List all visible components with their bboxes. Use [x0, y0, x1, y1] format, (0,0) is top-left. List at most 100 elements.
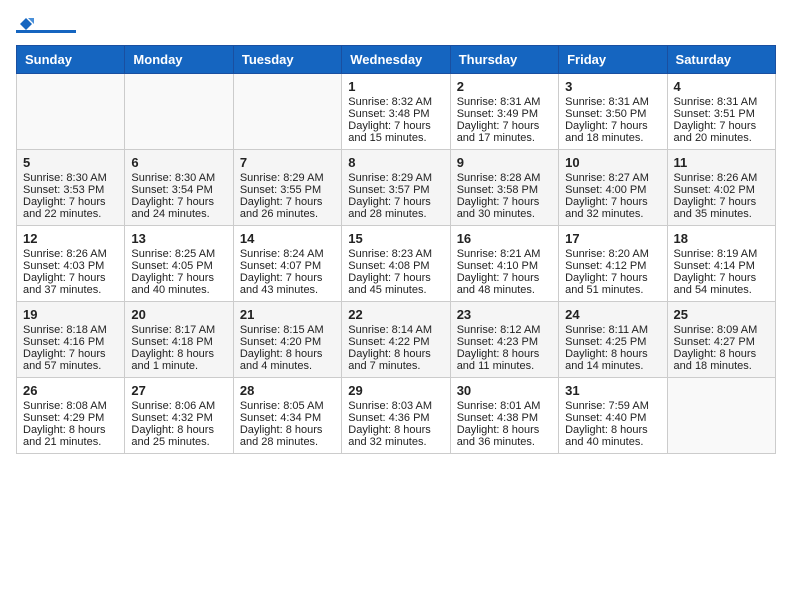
calendar-cell: 9 Sunrise: 8:28 AMSunset: 3:58 PMDaylight… — [450, 150, 558, 226]
day-info: Sunset: 4:40 PM — [565, 412, 660, 424]
day-number: 6 — [131, 155, 226, 170]
logo-underline — [16, 30, 76, 33]
day-info: Daylight: 7 hours and 20 minutes. — [674, 120, 769, 144]
day-info: Sunset: 4:10 PM — [457, 260, 552, 272]
day-number: 5 — [23, 155, 118, 170]
day-number: 29 — [348, 383, 443, 398]
calendar-cell: 2Sunrise: 8:31 AMSunset: 3:49 PMDaylight… — [450, 74, 558, 150]
day-info: Sunrise: 8:19 AM — [674, 248, 769, 260]
calendar-cell: 24Sunrise: 8:11 AMSunset: 4:25 PMDayligh… — [559, 302, 667, 378]
calendar-cell: 19Sunrise: 8:18 AMSunset: 4:16 PMDayligh… — [17, 302, 125, 378]
calendar-cell: 20Sunrise: 8:17 AMSunset: 4:18 PMDayligh… — [125, 302, 233, 378]
calendar-cell: 5Sunrise: 8:30 AMSunset: 3:53 PMDaylight… — [17, 150, 125, 226]
day-info: Sunset: 4:16 PM — [23, 336, 118, 348]
day-info: Daylight: 7 hours and 22 minutes. — [23, 196, 118, 220]
day-info: Sunset: 4:22 PM — [348, 336, 443, 348]
day-info: Daylight: 7 hours and 30 minutes. — [457, 196, 552, 220]
calendar-cell: 21Sunrise: 8:15 AMSunset: 4:20 PMDayligh… — [233, 302, 341, 378]
calendar-header-row: SundayMondayTuesdayWednesdayThursdayFrid… — [17, 46, 776, 74]
day-info: Daylight: 7 hours and 51 minutes. — [565, 272, 660, 296]
calendar-cell: 4Sunrise: 8:31 AMSunset: 3:51 PMDaylight… — [667, 74, 775, 150]
day-number: 11 — [674, 155, 769, 170]
day-number: 14 — [240, 231, 335, 246]
day-info: Sunrise: 8:31 AM — [674, 96, 769, 108]
day-info: Sunrise: 8:28 AM — [457, 172, 552, 184]
day-info: Sunset: 4:38 PM — [457, 412, 552, 424]
calendar-cell: 25Sunrise: 8:09 AMSunset: 4:27 PMDayligh… — [667, 302, 775, 378]
day-number: 22 — [348, 307, 443, 322]
day-info: Sunset: 4:23 PM — [457, 336, 552, 348]
calendar-cell: 29 Sunrise: 8:03 AMSunset: 4:36 PMDayligh… — [342, 378, 450, 454]
calendar-cell: 16Sunrise: 8:21 AMSunset: 4:10 PMDayligh… — [450, 226, 558, 302]
day-info: Sunrise: 8:09 AM — [674, 324, 769, 336]
day-info: Daylight: 8 hours and 32 minutes. — [348, 424, 443, 448]
calendar-cell: 14Sunrise: 8:24 AMSunset: 4:07 PMDayligh… — [233, 226, 341, 302]
day-info: Sunset: 3:58 PM — [457, 184, 552, 196]
day-info: Daylight: 8 hours and 21 minutes. — [23, 424, 118, 448]
day-info: Sunset: 3:49 PM — [457, 108, 552, 120]
day-info: Sunrise: 8:17 AM — [131, 324, 226, 336]
day-info: Sunrise: 8:31 AM — [457, 96, 552, 108]
day-info: Daylight: 7 hours and 48 minutes. — [457, 272, 552, 296]
day-info: Sunrise: 8:21 AM — [457, 248, 552, 260]
calendar-cell: 31Sunrise: 7:59 AMSunset: 4:40 PMDayligh… — [559, 378, 667, 454]
calendar-cell: 13Sunrise: 8:25 AMSunset: 4:05 PMDayligh… — [125, 226, 233, 302]
day-info: Sunset: 4:32 PM — [131, 412, 226, 424]
day-info: Daylight: 7 hours and 35 minutes. — [674, 196, 769, 220]
day-number: 25 — [674, 307, 769, 322]
day-info: Daylight: 7 hours and 54 minutes. — [674, 272, 769, 296]
day-info: Sunrise: 8:26 AM — [23, 248, 118, 260]
day-info: Daylight: 8 hours and 4 minutes. — [240, 348, 335, 372]
day-info: Sunset: 3:50 PM — [565, 108, 660, 120]
day-info: Sunrise: 8:06 AM — [131, 400, 226, 412]
day-info: Sunrise: 8:29 AM — [240, 172, 335, 184]
day-info: Daylight: 7 hours and 24 minutes. — [131, 196, 226, 220]
day-info: Sunset: 4:34 PM — [240, 412, 335, 424]
day-info: Sunrise: 8:03 AM — [348, 400, 443, 412]
day-info: Sunrise: 8:05 AM — [240, 400, 335, 412]
day-info: Sunset: 3:57 PM — [348, 184, 443, 196]
calendar-cell: 27Sunrise: 8:06 AMSunset: 4:32 PMDayligh… — [125, 378, 233, 454]
day-info: Sunset: 4:03 PM — [23, 260, 118, 272]
calendar-cell: 17Sunrise: 8:20 AMSunset: 4:12 PMDayligh… — [559, 226, 667, 302]
day-info: Daylight: 7 hours and 28 minutes. — [348, 196, 443, 220]
day-info: Sunset: 4:12 PM — [565, 260, 660, 272]
calendar-cell: 28Sunrise: 8:05 AMSunset: 4:34 PMDayligh… — [233, 378, 341, 454]
day-info: Daylight: 7 hours and 32 minutes. — [565, 196, 660, 220]
page-header — [16, 16, 776, 33]
day-number: 2 — [457, 79, 552, 94]
day-info: Sunset: 4:29 PM — [23, 412, 118, 424]
day-number: 10 — [565, 155, 660, 170]
day-info: Sunset: 4:08 PM — [348, 260, 443, 272]
day-info: Sunrise: 8:23 AM — [348, 248, 443, 260]
day-number: 9 — [457, 155, 552, 170]
calendar-cell — [233, 74, 341, 150]
calendar-cell: 22Sunrise: 8:14 AMSunset: 4:22 PMDayligh… — [342, 302, 450, 378]
day-info: Sunrise: 8:29 AM — [348, 172, 443, 184]
calendar-cell: 12Sunrise: 8:26 AMSunset: 4:03 PMDayligh… — [17, 226, 125, 302]
day-info: Sunset: 4:00 PM — [565, 184, 660, 196]
calendar-week-row: 19Sunrise: 8:18 AMSunset: 4:16 PMDayligh… — [17, 302, 776, 378]
calendar-week-row: 1Sunrise: 8:32 AMSunset: 3:48 PMDaylight… — [17, 74, 776, 150]
day-info: Sunrise: 8:24 AM — [240, 248, 335, 260]
day-info: Sunrise: 8:18 AM — [23, 324, 118, 336]
day-number: 1 — [348, 79, 443, 94]
day-number: 30 — [457, 383, 552, 398]
day-info: Sunset: 4:05 PM — [131, 260, 226, 272]
day-info: Sunset: 3:55 PM — [240, 184, 335, 196]
day-number: 23 — [457, 307, 552, 322]
day-number: 15 — [348, 231, 443, 246]
col-header-sunday: Sunday — [17, 46, 125, 74]
day-info: Daylight: 8 hours and 36 minutes. — [457, 424, 552, 448]
calendar-cell: 30Sunrise: 8:01 AMSunset: 4:38 PMDayligh… — [450, 378, 558, 454]
day-info: Sunrise: 8:27 AM — [565, 172, 660, 184]
day-info: Sunrise: 8:30 AM — [131, 172, 226, 184]
day-info: Sunset: 4:20 PM — [240, 336, 335, 348]
day-info: Daylight: 8 hours and 40 minutes. — [565, 424, 660, 448]
calendar-cell: 7Sunrise: 8:29 AMSunset: 3:55 PMDaylight… — [233, 150, 341, 226]
day-info: Sunset: 4:07 PM — [240, 260, 335, 272]
day-info: Sunset: 4:18 PM — [131, 336, 226, 348]
day-info: Sunset: 3:51 PM — [674, 108, 769, 120]
day-info: Daylight: 7 hours and 57 minutes. — [23, 348, 118, 372]
day-info: Sunset: 4:36 PM — [348, 412, 443, 424]
